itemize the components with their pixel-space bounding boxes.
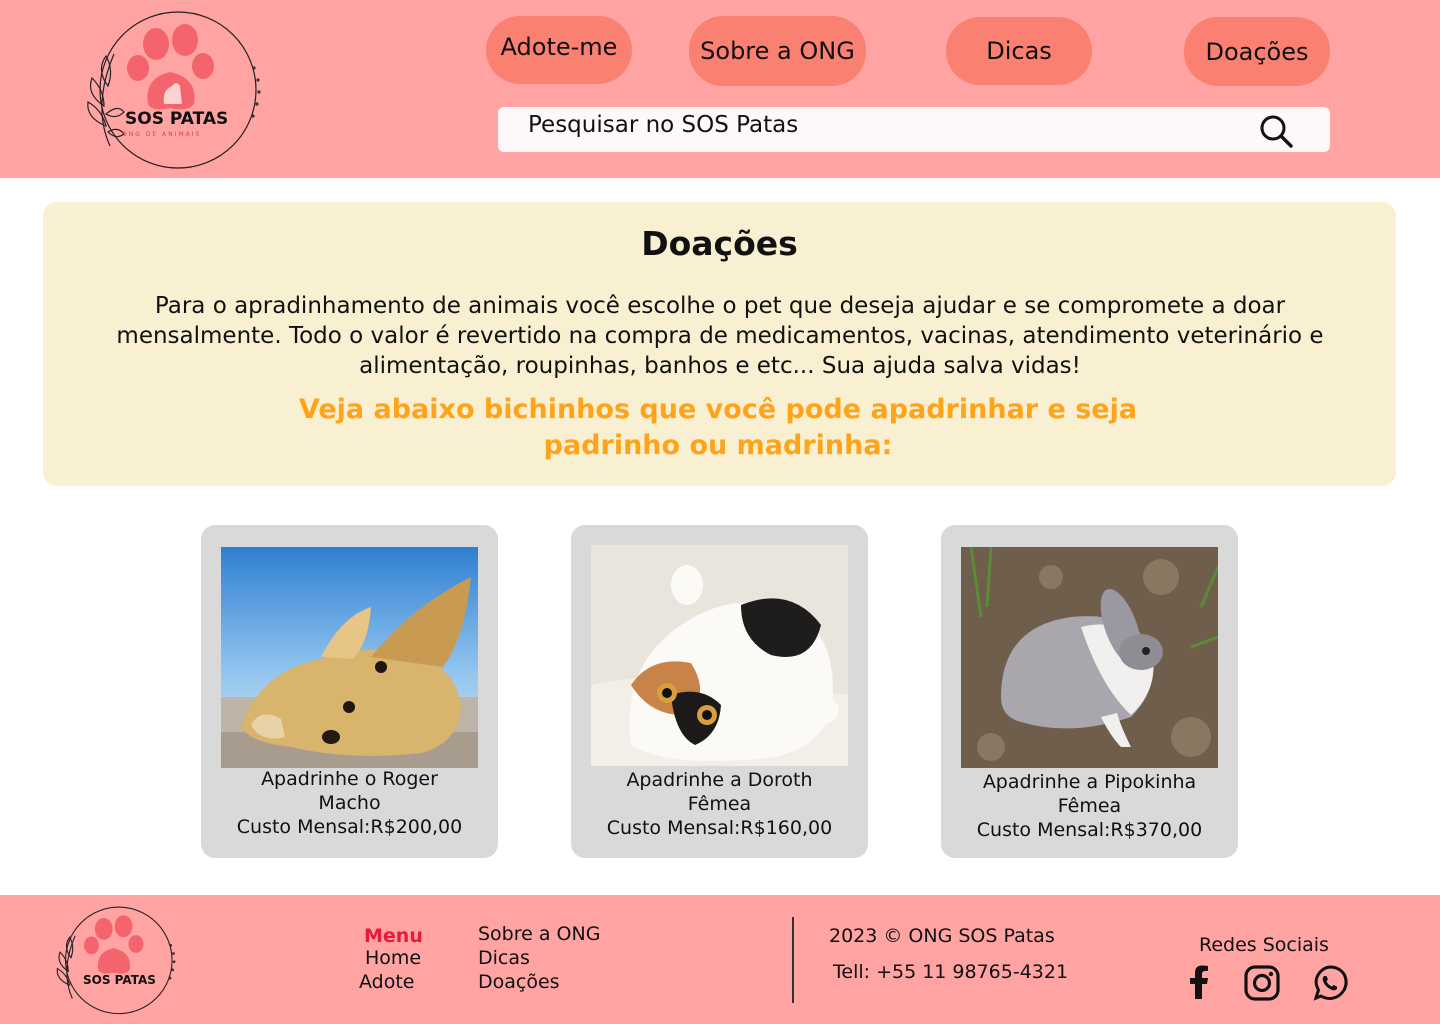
search-icon[interactable] xyxy=(1258,113,1294,149)
footer-divider xyxy=(792,917,794,1003)
pet-sex: Fêmea xyxy=(687,793,752,815)
site-header: SOS PATAS ONG DE ANIMAIS Adote-me Sobre … xyxy=(0,0,1440,178)
pet-name: Apadrinhe o Roger xyxy=(261,768,438,790)
pet-card-pipokinha[interactable]: Apadrinhe a Pipokinha Fêmea Custo Mensal… xyxy=(941,525,1238,858)
logo-brand-name: SOS PATAS xyxy=(83,973,156,987)
search-bar xyxy=(498,107,1330,152)
pet-monthly-cost: Custo Mensal:R$160,00 xyxy=(606,817,833,839)
site-footer: SOS PATAS Menu Home Adote Sobre a ONG Di… xyxy=(0,895,1440,1024)
search-input[interactable] xyxy=(528,107,1248,143)
donations-title: Doações xyxy=(641,224,798,263)
footer-copyright: 2023 © ONG SOS Patas xyxy=(829,925,1055,947)
instagram-icon[interactable] xyxy=(1242,963,1282,1003)
dog-photo xyxy=(221,547,478,768)
footer-menu-title: Menu xyxy=(364,925,423,947)
footer-link-doacoes[interactable]: Doações xyxy=(478,971,560,993)
pet-name: Apadrinhe a Doroth xyxy=(626,769,813,791)
logo-tagline: ONG DE ANIMAIS xyxy=(122,131,202,138)
nav-doacoes-button[interactable]: Doações xyxy=(1184,17,1330,86)
pet-sex: Macho xyxy=(318,792,381,814)
pet-name: Apadrinhe a Pipokinha xyxy=(982,771,1197,793)
footer-link-sobre[interactable]: Sobre a ONG xyxy=(478,923,600,945)
social-title: Redes Sociais xyxy=(1199,934,1329,956)
footer-phone: Tell: +55 11 98765-4321 xyxy=(833,961,1069,983)
footer-link-adote[interactable]: Adote xyxy=(359,971,415,993)
donations-panel: Doações Para o apradinhamento de animais… xyxy=(43,202,1396,486)
footer-link-home[interactable]: Home xyxy=(365,947,421,969)
nav-dicas-button[interactable]: Dicas xyxy=(946,17,1092,85)
cat-photo xyxy=(591,545,848,766)
pet-monthly-cost: Custo Mensal:R$200,00 xyxy=(236,816,463,838)
donations-description: Para o apradinhamento de animais você es… xyxy=(116,293,1324,379)
nav-sobre-ong-button[interactable]: Sobre a ONG xyxy=(689,16,866,86)
rabbit-photo xyxy=(961,547,1218,768)
pet-card-doroth[interactable]: Apadrinhe a Doroth Fêmea Custo Mensal:R$… xyxy=(571,525,868,858)
facebook-icon[interactable] xyxy=(1180,963,1220,1003)
nav-adote-me-button[interactable]: Adote-me xyxy=(486,16,632,84)
sponsor-call-to-action: Veja abaixo bichinhos que você pode apad… xyxy=(298,394,1138,461)
footer-link-dicas[interactable]: Dicas xyxy=(478,947,530,969)
pet-sex: Fêmea xyxy=(1057,795,1122,817)
pet-card-roger[interactable]: Apadrinhe o Roger Macho Custo Mensal:R$2… xyxy=(201,525,498,858)
whatsapp-icon[interactable] xyxy=(1310,963,1350,1003)
logo-brand-name: SOS PATAS xyxy=(125,109,229,129)
pet-monthly-cost: Custo Mensal:R$370,00 xyxy=(976,819,1203,841)
sos-patas-logo[interactable]: SOS PATAS ONG DE ANIMAIS xyxy=(78,6,264,170)
footer-sos-patas-logo[interactable]: SOS PATAS xyxy=(50,903,178,1015)
